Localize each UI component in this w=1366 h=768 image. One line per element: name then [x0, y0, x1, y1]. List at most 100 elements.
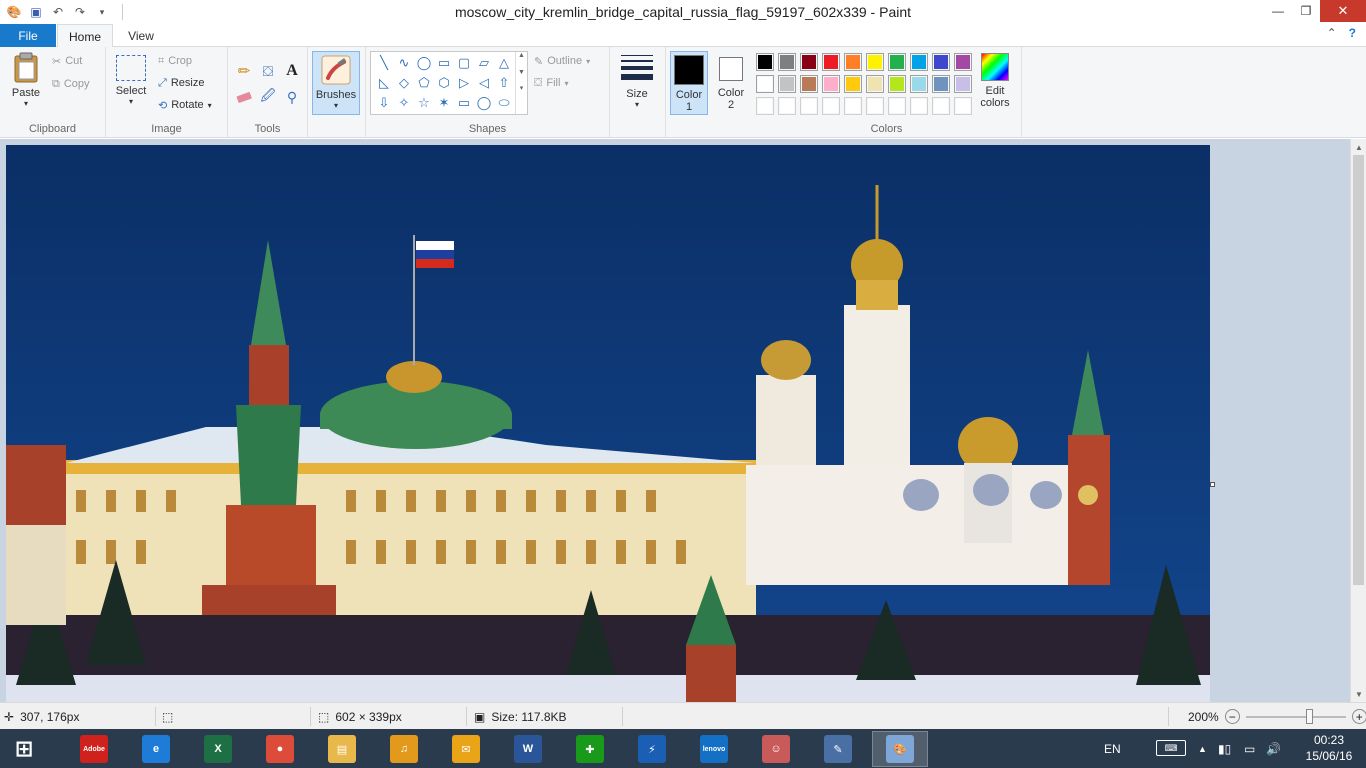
color-swatch[interactable]	[910, 53, 928, 71]
color-swatch[interactable]	[932, 75, 950, 93]
restore-button[interactable]: ❐	[1292, 0, 1320, 22]
shape-option[interactable]: ⬭	[495, 94, 513, 112]
canvas-resize-handle-right[interactable]	[1210, 482, 1215, 487]
shape-option[interactable]: ▱	[475, 54, 493, 72]
scroll-thumb[interactable]	[1353, 155, 1364, 585]
brushes-button[interactable]: Brushes ▾	[312, 51, 360, 115]
keyboard-icon[interactable]: ⌨	[1156, 740, 1186, 756]
shape-option[interactable]: ✧	[395, 94, 413, 112]
undo-icon[interactable]: ↶	[48, 2, 68, 22]
color-swatch[interactable]	[756, 75, 774, 93]
select-button[interactable]: Select ▾	[114, 55, 148, 106]
color-swatch[interactable]	[822, 97, 840, 115]
security-shield-app[interactable]: ⚡	[624, 731, 680, 767]
shape-option[interactable]: ◁	[475, 74, 493, 92]
shape-option[interactable]: ◯	[415, 54, 433, 72]
minimize-button[interactable]: —	[1264, 0, 1292, 22]
shape-option[interactable]: △	[495, 54, 513, 72]
shape-option[interactable]: ▭	[455, 94, 473, 112]
color-swatch[interactable]	[756, 53, 774, 71]
paint-app[interactable]: 🎨	[872, 731, 928, 767]
fill-bucket-icon[interactable]: ⛋	[258, 61, 278, 81]
shape-option[interactable]: ⬠	[415, 74, 433, 92]
redo-icon[interactable]: ↷	[70, 2, 90, 22]
scroll-down-arrow[interactable]: ▼	[1351, 686, 1366, 702]
shape-option[interactable]: ◺	[375, 74, 393, 92]
color2-button[interactable]: Color 2	[712, 51, 750, 115]
edit-colors-button[interactable]: Edit colors	[974, 53, 1016, 109]
color-swatch[interactable]	[910, 75, 928, 93]
color-swatch[interactable]	[822, 75, 840, 93]
color-swatch[interactable]	[954, 97, 972, 115]
network-icon[interactable]: ▮▯	[1218, 742, 1231, 756]
scroll-down-icon[interactable]: ▼	[516, 69, 527, 76]
show-hidden-icons[interactable]: ▲	[1198, 744, 1207, 754]
color-swatch[interactable]	[756, 97, 774, 115]
outline-button[interactable]: ✎ Outline ▾	[534, 51, 590, 71]
help-icon[interactable]: ?	[1349, 26, 1356, 40]
pencil-icon[interactable]: ✏	[234, 61, 254, 81]
color-swatch[interactable]	[954, 53, 972, 71]
copy-button[interactable]: ⧉ Copy	[52, 74, 90, 94]
zoom-slider[interactable]	[1245, 709, 1346, 724]
mail-app[interactable]: ✉	[438, 731, 494, 767]
color-swatch[interactable]	[866, 53, 884, 71]
shape-option[interactable]: ▭	[435, 54, 453, 72]
lenovo-app[interactable]: lenovo	[686, 731, 742, 767]
shape-option[interactable]: ╲	[375, 54, 393, 72]
color-swatch[interactable]	[778, 75, 796, 93]
shape-option[interactable]: ✶	[435, 94, 453, 112]
scroll-up-icon[interactable]: ▲	[516, 52, 527, 59]
color-swatch[interactable]	[932, 53, 950, 71]
color-swatch[interactable]	[778, 53, 796, 71]
shape-option[interactable]: ◯	[475, 94, 493, 112]
cut-button[interactable]: ✂ Cut	[52, 51, 82, 71]
tab-view[interactable]: View	[114, 24, 168, 47]
language-indicator[interactable]: EN	[1104, 742, 1121, 756]
eraser-icon[interactable]	[234, 87, 254, 107]
text-icon[interactable]: A	[282, 61, 302, 81]
vertical-scrollbar[interactable]: ▲ ▼	[1350, 139, 1366, 702]
zoom-out-button[interactable]: −	[1224, 709, 1240, 724]
paste-button[interactable]: Paste ▾	[6, 52, 46, 108]
color-swatch[interactable]	[844, 75, 862, 93]
shape-option[interactable]: ⬡	[435, 74, 453, 92]
drawing-canvas[interactable]	[6, 145, 1210, 702]
color-swatch[interactable]	[866, 75, 884, 93]
color-swatch[interactable]	[888, 97, 906, 115]
color-swatch[interactable]	[954, 75, 972, 93]
color1-button[interactable]: Color 1	[670, 51, 708, 115]
tab-home[interactable]: Home	[57, 24, 113, 48]
collapse-ribbon-icon[interactable]: ⌃	[1327, 26, 1337, 40]
color-swatch[interactable]	[800, 75, 818, 93]
crop-button[interactable]: ⌗ Crop	[158, 51, 192, 71]
color-swatch[interactable]	[800, 97, 818, 115]
word-app[interactable]: W	[500, 731, 556, 767]
fill-button[interactable]: ⛋ Fill ▾	[534, 73, 568, 93]
customize-quick-access-icon[interactable]: ▾	[92, 2, 112, 22]
shape-option[interactable]: ∿	[395, 54, 413, 72]
rotate-button[interactable]: ⟲ Rotate ▾	[158, 95, 212, 115]
adobe-app[interactable]: Adobe	[66, 731, 122, 767]
internet-explorer-app[interactable]: e	[128, 731, 184, 767]
color-swatch[interactable]	[888, 75, 906, 93]
color-swatch[interactable]	[778, 97, 796, 115]
shape-option[interactable]: ⇩	[375, 94, 393, 112]
color-swatch[interactable]	[888, 53, 906, 71]
shape-option[interactable]: ☆	[415, 94, 433, 112]
shape-option[interactable]: ▷	[455, 74, 473, 92]
color-swatch[interactable]	[910, 97, 928, 115]
nurse-app[interactable]: ☺	[748, 731, 804, 767]
close-button[interactable]: ✕	[1320, 0, 1366, 22]
size-button[interactable]: Size ▾	[616, 55, 658, 109]
headphones-app[interactable]: ♫	[376, 731, 432, 767]
chrome-app[interactable]: ●	[252, 731, 308, 767]
color-swatch[interactable]	[844, 53, 862, 71]
paint-editor-app[interactable]: ✎	[810, 731, 866, 767]
color-swatch[interactable]	[866, 97, 884, 115]
color-swatch[interactable]	[932, 97, 950, 115]
medical-cross-app[interactable]: ✚	[562, 731, 618, 767]
scroll-up-arrow[interactable]: ▲	[1351, 139, 1366, 155]
expand-gallery-icon[interactable]: ▾	[516, 84, 527, 92]
color-picker-icon[interactable]: 🖉	[258, 87, 278, 107]
